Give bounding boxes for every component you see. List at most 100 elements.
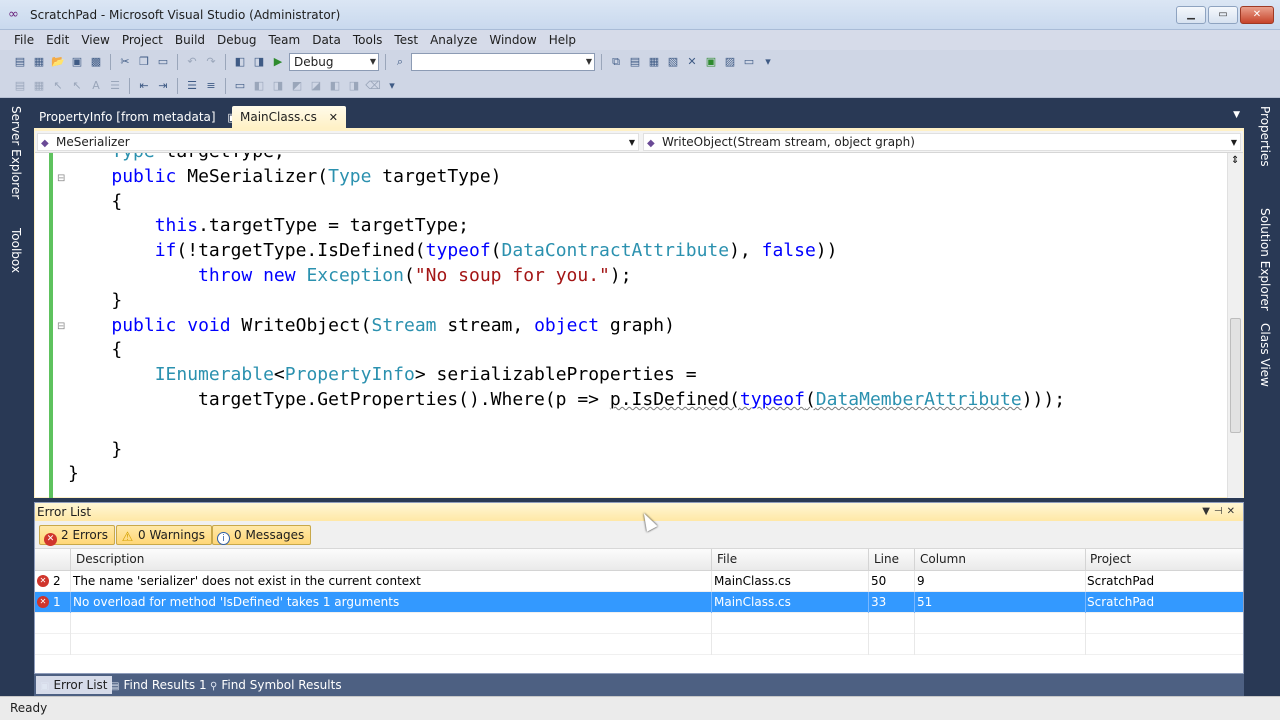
code-line[interactable]: { <box>68 190 1065 215</box>
undo-icon[interactable]: ↶ <box>184 54 200 70</box>
paste-icon[interactable]: ▭ <box>155 54 171 70</box>
table-row[interactable]: ✕ 1 No overload for method 'IsDefined' t… <box>35 592 1243 613</box>
editor-vertical-scrollbar[interactable]: ⇕ <box>1227 153 1243 498</box>
menu-view[interactable]: View <box>75 33 115 47</box>
code-line[interactable]: if(!targetType.IsDefined(typeof(DataCont… <box>68 239 1065 264</box>
column-description[interactable]: Description <box>76 552 144 566</box>
object-browser-icon[interactable]: ▦ <box>646 54 662 70</box>
close-button[interactable]: ✕ <box>1240 6 1274 24</box>
tab-propertyinfo-metadata[interactable]: PropertyInfo [from metadata] ▣ <box>31 106 246 128</box>
start-debugging-icon[interactable]: ▶ <box>270 54 286 70</box>
code-line[interactable]: public MeSerializer(Type targetType) <box>68 165 1065 190</box>
maximize-button[interactable]: ▭ <box>1208 6 1238 24</box>
tab-find-symbol-results[interactable]: ⚲ Find Symbol Results <box>210 677 342 693</box>
tab-error-list[interactable]: ▣ Error List <box>36 676 112 694</box>
active-files-dropdown-icon[interactable]: ▼ <box>1233 110 1240 120</box>
tools-icon[interactable]: ✕ <box>684 54 700 70</box>
toggle-bookmark-icon[interactable]: ▭ <box>232 78 248 94</box>
tab-find-results-1[interactable]: ▤ Find Results 1 <box>110 677 207 693</box>
previous-bookmark-in-folder-icon[interactable]: ◩ <box>289 78 305 94</box>
parameter-info-icon[interactable]: ▦ <box>31 78 47 94</box>
clear-bookmarks-icon[interactable]: ⌫ <box>365 78 381 94</box>
menu-edit[interactable]: Edit <box>40 33 75 47</box>
find-in-files-icon[interactable]: ⌕ <box>392 54 408 70</box>
messages-filter-button[interactable]: i 0 Messages <box>212 525 312 545</box>
menu-test[interactable]: Test <box>388 33 424 47</box>
toolbox-icon[interactable]: ▧ <box>665 54 681 70</box>
new-project-icon[interactable]: ▤ <box>12 54 28 70</box>
cut-icon[interactable]: ✂ <box>117 54 133 70</box>
toolbox-tab[interactable]: Toolbox <box>9 228 23 273</box>
window-position-icon[interactable]: ▼ <box>1202 506 1214 517</box>
open-file-icon[interactable]: 📂 <box>50 54 66 70</box>
previous-bookmark-icon[interactable]: ◧ <box>251 78 267 94</box>
members-dropdown[interactable]: ◆ WriteObject(Stream stream, object grap… <box>643 133 1241 151</box>
toolbar-options-icon[interactable]: ▾ <box>760 54 776 70</box>
server-explorer-icon[interactable]: ▨ <box>722 54 738 70</box>
menu-tools[interactable]: Tools <box>347 33 389 47</box>
complete-word-icon[interactable]: ↖ <box>69 78 85 94</box>
types-dropdown[interactable]: ◆ MeSerializer ▼ <box>37 133 639 151</box>
increase-indent-icon[interactable]: ⇥ <box>155 78 171 94</box>
outlining-collapse-icon[interactable]: ⊟ <box>57 321 65 332</box>
next-bookmark-in-folder-icon[interactable]: ◪ <box>308 78 324 94</box>
next-bookmark-icon[interactable]: ◨ <box>270 78 286 94</box>
code-line[interactable]: public void WriteObject(Stream stream, o… <box>68 314 1065 339</box>
solution-explorer-icon[interactable]: ⧉ <box>608 54 624 70</box>
close-panel-icon[interactable]: ✕ <box>1227 506 1239 517</box>
navigate-forward-icon[interactable]: ◨ <box>251 54 267 70</box>
code-line[interactable]: } <box>68 438 1065 463</box>
extension-manager-icon[interactable]: ▣ <box>703 54 719 70</box>
uncomment-icon[interactable]: ≡ <box>203 78 219 94</box>
command-window-icon[interactable]: ▭ <box>741 54 757 70</box>
menu-build[interactable]: Build <box>169 33 211 47</box>
errors-filter-button[interactable]: ✕ 2 Errors <box>39 525 115 546</box>
code-area[interactable]: ⊟ ⊟ Type targetType; public MeSerializer… <box>35 153 1227 498</box>
quick-info-icon[interactable]: ↖ <box>50 78 66 94</box>
list-icon[interactable]: ☰ <box>107 78 123 94</box>
previous-bookmark-in-document-icon[interactable]: ◧ <box>327 78 343 94</box>
toolbar-options-icon[interactable]: ▾ <box>384 78 400 94</box>
menu-help[interactable]: Help <box>543 33 582 47</box>
solution-configuration-combo[interactable]: Debug ▼ <box>289 53 379 71</box>
font-icon[interactable]: A <box>88 78 104 94</box>
minimize-button[interactable]: ▁ <box>1176 6 1206 24</box>
redo-icon[interactable]: ↷ <box>203 54 219 70</box>
copy-icon[interactable]: ❐ <box>136 54 152 70</box>
class-view-tab[interactable]: Class View <box>1258 323 1272 387</box>
menu-team[interactable]: Team <box>262 33 306 47</box>
properties-tab[interactable]: Properties <box>1258 106 1272 167</box>
scrollbar-thumb[interactable] <box>1230 318 1241 433</box>
warnings-filter-button[interactable]: ⚠ 0 Warnings <box>116 525 213 545</box>
tab-mainclass-cs[interactable]: MainClass.cs ✕ <box>232 106 346 128</box>
decrease-indent-icon[interactable]: ⇤ <box>136 78 152 94</box>
menu-project[interactable]: Project <box>116 33 169 47</box>
code-line[interactable] <box>68 413 1065 438</box>
code-line[interactable]: Type targetType; <box>68 153 1065 165</box>
menu-file[interactable]: File <box>8 33 40 47</box>
save-icon[interactable]: ▣ <box>69 54 85 70</box>
comment-out-icon[interactable]: ☰ <box>184 78 200 94</box>
menu-analyze[interactable]: Analyze <box>424 33 483 47</box>
menu-debug[interactable]: Debug <box>211 33 262 47</box>
column-line[interactable]: Line <box>874 552 899 566</box>
column-file[interactable]: File <box>717 552 737 566</box>
close-tab-icon[interactable]: ✕ <box>329 111 338 124</box>
outlining-collapse-icon[interactable]: ⊟ <box>57 173 65 184</box>
next-bookmark-in-document-icon[interactable]: ◨ <box>346 78 362 94</box>
menu-window[interactable]: Window <box>483 33 542 47</box>
column-column[interactable]: Column <box>920 552 966 566</box>
split-handle-icon[interactable]: ⇕ <box>1231 155 1239 166</box>
code-line[interactable]: } <box>68 462 1065 487</box>
column-project[interactable]: Project <box>1090 552 1131 566</box>
code-line[interactable]: targetType.GetProperties().Where(p => p.… <box>68 388 1065 413</box>
save-all-icon[interactable]: ▩ <box>88 54 104 70</box>
code-line[interactable]: IEnumerable<PropertyInfo> serializablePr… <box>68 363 1065 388</box>
solution-explorer-tab[interactable]: Solution Explorer <box>1258 208 1272 311</box>
add-item-icon[interactable]: ▦ <box>31 54 47 70</box>
code-line[interactable]: { <box>68 338 1065 363</box>
properties-window-icon[interactable]: ▤ <box>627 54 643 70</box>
find-combo[interactable]: ▼ <box>411 53 595 71</box>
code-line[interactable]: this.targetType = targetType; <box>68 214 1065 239</box>
display-object-member-list-icon[interactable]: ▤ <box>12 78 28 94</box>
